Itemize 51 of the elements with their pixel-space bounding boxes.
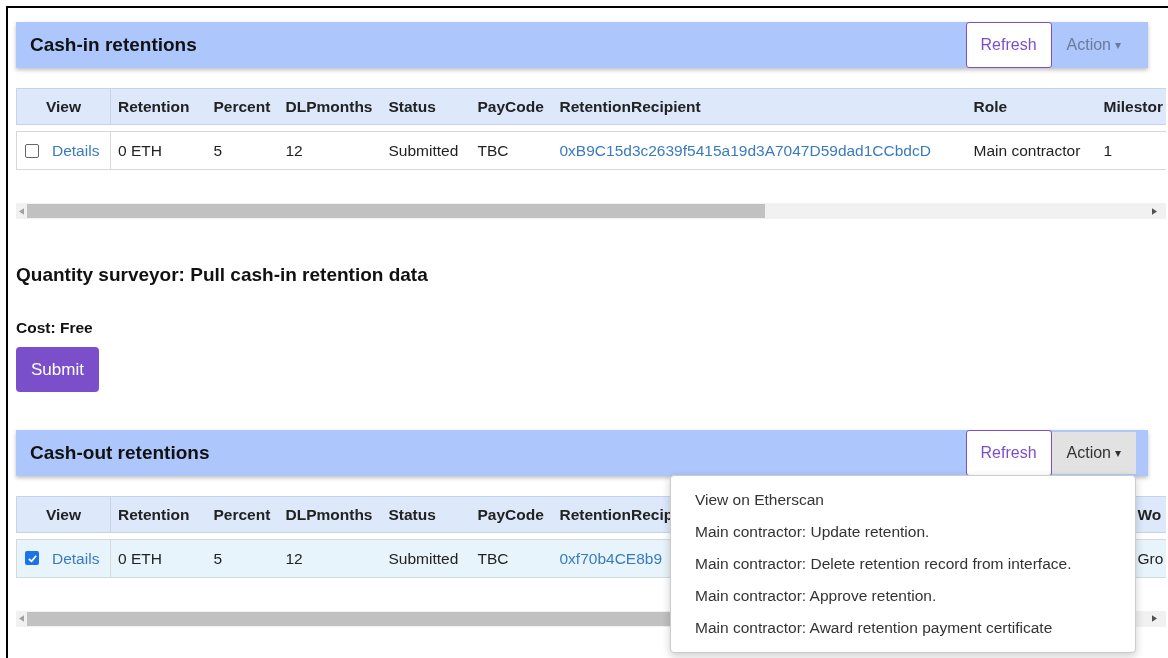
table-cell-text: 12 [285,548,303,569]
refresh-button[interactable]: Refresh [965,429,1052,476]
column-header: RetentionRecipient [552,88,967,125]
table-cell-text: Gro [1137,548,1164,569]
caret-icon: ▾ [1115,443,1121,462]
table-cell-text: 5 [213,548,223,569]
row-checkbox[interactable] [25,143,39,158]
submit-button[interactable]: Submit [16,346,99,392]
scroll-left-icon[interactable] [19,207,24,215]
table-cell-text: Submitted [388,548,459,569]
scrollbar-thumb[interactable] [27,204,765,218]
menu-item[interactable]: Main contractor: Award retention payment certificate [671,611,1135,644]
column-header: Retention [110,496,207,533]
caret-icon: ▾ [1115,36,1121,54]
table-cell-text: 5 [213,140,223,161]
panel-title: Cash-in retentions [30,32,197,57]
table-link[interactable]: 0xf70b4CE8b9 [559,546,663,570]
horizontal-scrollbar[interactable] [16,203,1166,219]
column-header: Retention [110,88,207,125]
table-cell-text: TBC [477,140,509,161]
menu-item[interactable]: Main contractor: Delete retention record from interface. [671,547,1135,580]
action-button[interactable]: Action ▾ [1051,431,1136,474]
section-heading: Quantity surveyor: Pull cash-in retention data [16,263,429,287]
panel-title: Cash-out retentions [30,440,210,465]
column-header: Role [966,88,1097,125]
table-cell-text: 12 [285,140,303,161]
table-cell-text: TBC [477,548,509,569]
row-checkbox[interactable] [25,551,39,566]
scroll-right-icon[interactable] [1152,615,1157,623]
column-header: Percent [206,496,279,533]
column-header: View [16,88,111,125]
scroll-right-icon[interactable] [1152,207,1157,215]
column-header: Percent [206,88,279,125]
column-header: PayCode [470,88,553,125]
column-header: DLPmonths [278,496,382,533]
refresh-button[interactable]: Refresh [965,22,1052,68]
column-header: View [16,496,111,533]
table-cell-text: 0 ETH [118,140,162,161]
column-header: Status [381,496,471,533]
column-header: DLPmonths [278,88,382,125]
column-header: PayCode [470,496,553,533]
table-cell-text: 0 ETH [118,548,162,569]
menu-item[interactable]: Main contractor: Approve retention. [671,579,1135,612]
table-link[interactable]: 0xB9C15d3c2639f5415a19d3A7047D59dad1CCbdcD [559,138,931,163]
table-cell-text: Main contractor [973,140,1081,161]
column-header: Milestor [1096,88,1166,125]
column-header: Status [381,88,471,125]
scroll-left-icon[interactable] [19,615,24,623]
table-cell-text: 1 [1103,140,1113,161]
table-cell-text: Submitted [388,140,459,161]
cost-label: Cost: Free [16,317,94,338]
